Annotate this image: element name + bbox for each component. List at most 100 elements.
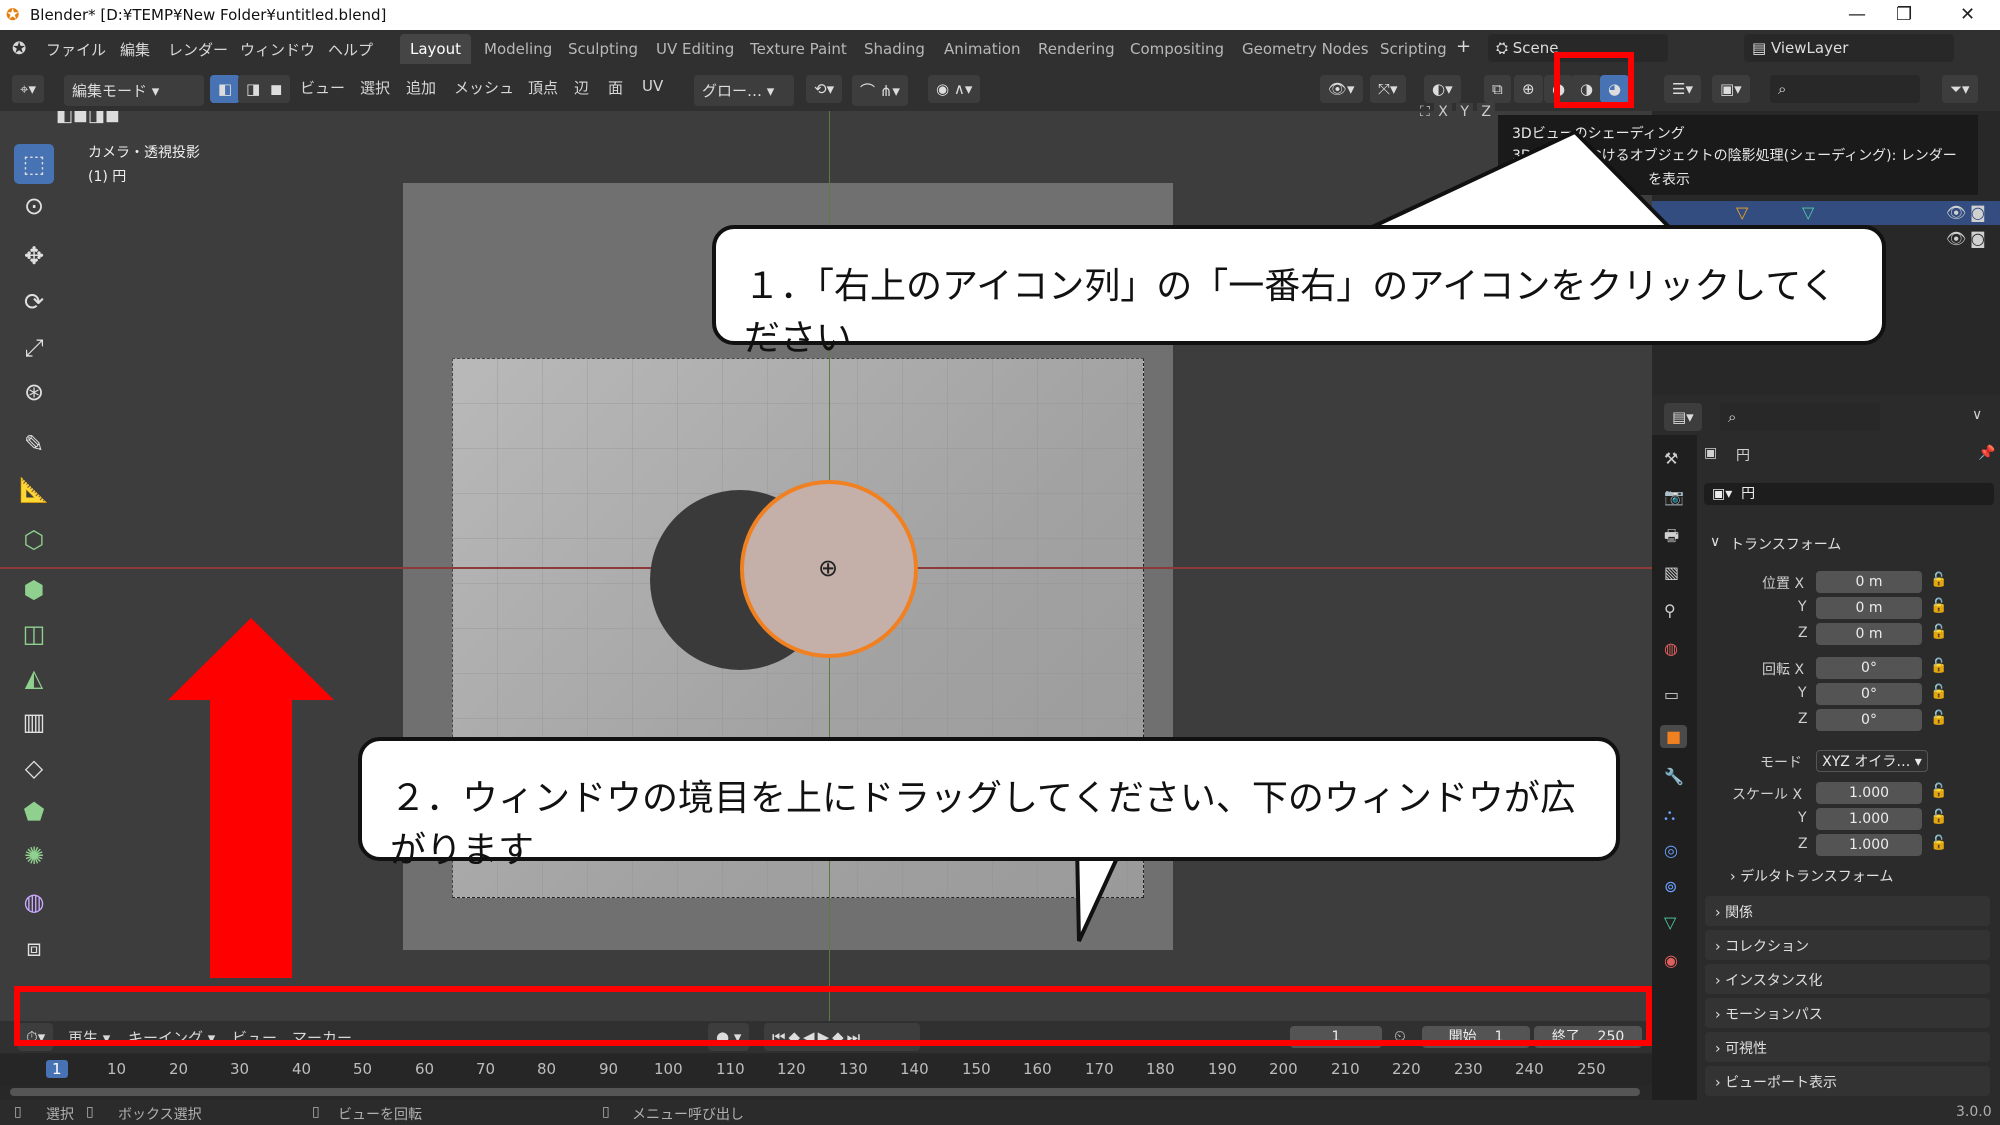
scale-x-field[interactable]: 1.000 — [1816, 782, 1922, 804]
transform-tool-icon[interactable]: ⊛ — [14, 372, 54, 412]
lock-icon[interactable]: 🔓 — [1930, 572, 1947, 588]
tab-texture-paint[interactable]: Texture Paint — [740, 34, 857, 64]
lock-icon[interactable]: 🔓 — [1930, 658, 1947, 674]
visibility-icon[interactable]: 👁▾ — [1320, 75, 1363, 103]
tab-uv-editing[interactable]: UV Editing — [646, 34, 744, 64]
lock-icon[interactable]: 🔓 — [1930, 624, 1947, 640]
xray-icon[interactable]: ⧉ — [1484, 75, 1511, 103]
properties-search-icon[interactable]: ⌕ — [1720, 403, 1880, 431]
scale-z-field[interactable]: 1.000 — [1816, 834, 1922, 856]
tab-rendering[interactable]: Rendering — [1028, 34, 1125, 64]
select-box-icons[interactable]: ◧◼◨◼ — [56, 111, 120, 126]
lock-icon[interactable]: 🔓 — [1930, 598, 1947, 614]
bevel-tool-icon[interactable]: ◭ — [14, 658, 54, 698]
menu-file[interactable]: ファイル — [46, 39, 106, 60]
close-button[interactable]: ✕ — [1960, 4, 1975, 25]
lock-icon[interactable]: 🔓 — [1930, 684, 1947, 700]
menu-help[interactable]: ヘルプ — [328, 39, 373, 60]
render-tab-icon[interactable]: 📷 — [1664, 487, 1684, 506]
constraints-tab-icon[interactable]: ⊚ — [1664, 877, 1677, 896]
pivot-icon[interactable]: ⟲▾ — [806, 75, 843, 103]
tab-sculpting[interactable]: Sculpting — [558, 34, 648, 64]
output-tab-icon[interactable]: 🖶 — [1664, 525, 1679, 552]
spin-tool-icon[interactable]: ✺ — [14, 836, 54, 876]
panel-instancing[interactable]: › インスタンス化 — [1705, 964, 1990, 994]
face-select-icon[interactable]: ◼ — [262, 75, 291, 103]
overlay-icon[interactable]: ◐▾ — [1424, 75, 1461, 103]
snap-icon[interactable]: ⌒ ⋔▾ — [852, 75, 908, 106]
vp-menu-view[interactable]: ビュー — [300, 77, 345, 98]
timeline-scrollbar[interactable] — [10, 1088, 1640, 1096]
tab-geometry-nodes[interactable]: Geometry Nodes — [1232, 34, 1379, 64]
panel-visibility[interactable]: › 可視性 — [1705, 1032, 1990, 1062]
material-tab-icon[interactable]: ◉ — [1664, 951, 1678, 970]
smooth-tool-icon[interactable]: ◍ — [14, 882, 54, 922]
loop-cut-tool-icon[interactable]: ▥ — [14, 702, 54, 742]
wireframe-shading-icon[interactable]: ⊕ — [1514, 75, 1543, 103]
rotation-y-field[interactable]: 0° — [1816, 683, 1922, 705]
world-tab-icon[interactable]: ◍ — [1664, 639, 1678, 658]
vp-menu-vertex[interactable]: 頂点 — [528, 77, 558, 98]
vp-menu-edge[interactable]: 辺 — [574, 77, 589, 98]
maximize-button[interactable]: ❐ — [1896, 4, 1912, 25]
shear-tool-icon[interactable]: ⧈ — [14, 928, 54, 968]
tool-tab-icon[interactable]: ⚒ — [1664, 449, 1678, 468]
view-layer-tab-icon[interactable]: ▧ — [1664, 563, 1679, 582]
lock-icon[interactable]: 🔓 — [1930, 783, 1947, 799]
move-tool-icon[interactable]: ✥ — [14, 236, 54, 276]
pin-icon[interactable]: 📌 — [1978, 445, 1995, 461]
axis-y[interactable]: Y — [1456, 103, 1473, 121]
mode-selector[interactable]: 編集モード ▾ — [64, 75, 204, 106]
measure-tool-icon[interactable]: 📐 — [14, 470, 54, 510]
gizmo-icon[interactable]: ⤧▾ — [1370, 75, 1406, 103]
display-mode-icon[interactable]: ▣▾ — [1712, 75, 1750, 103]
lock-icon[interactable]: 🔓 — [1930, 809, 1947, 825]
lock-icon[interactable]: 🔓 — [1930, 710, 1947, 726]
timeline-ruler[interactable]: 1 10 20 30 40 50 60 70 80 90 100 110 120… — [0, 1055, 1652, 1085]
extrude-tool-icon[interactable]: ⬢ — [14, 570, 54, 610]
knife-tool-icon[interactable]: ◇ — [14, 748, 54, 788]
blender-menu-icon[interactable]: ✪ — [12, 39, 26, 59]
add-cube-tool-icon[interactable]: ⬡ — [14, 520, 54, 560]
panel-viewport-display[interactable]: › ビューポート表示 — [1705, 1066, 1990, 1096]
location-y-field[interactable]: 0 m — [1816, 597, 1922, 619]
axis-x[interactable]: X — [1434, 103, 1452, 121]
frame-tick-current[interactable]: 1 — [46, 1060, 68, 1078]
filter-icon[interactable]: ⏷▾ — [1942, 75, 1978, 103]
object-name-field[interactable]: ▣▾ 円 — [1704, 483, 1994, 505]
modifier-tab-icon[interactable]: 🔧 — [1664, 767, 1684, 786]
scene-tab-icon[interactable]: ⚲ — [1664, 601, 1676, 620]
tab-layout[interactable]: Layout — [400, 34, 471, 64]
rotation-x-field[interactable]: 0° — [1816, 657, 1922, 679]
location-x-field[interactable]: 0 m — [1816, 571, 1922, 593]
physics-tab-icon[interactable]: ◎ — [1664, 841, 1678, 860]
vp-menu-face[interactable]: 面 — [608, 77, 623, 98]
data-tab-icon[interactable]: ▽ — [1664, 913, 1676, 932]
transform-orientation[interactable]: グロー… ▾ — [694, 75, 794, 106]
tab-compositing[interactable]: Compositing — [1120, 34, 1234, 64]
eye-icon[interactable]: 👁 — [1946, 203, 1966, 222]
scale-y-field[interactable]: 1.000 — [1816, 808, 1922, 830]
select-mode-buttons[interactable]: ◧◼◨◼ — [56, 111, 176, 131]
vertex-select-icon[interactable]: ◧ — [210, 75, 241, 103]
vp-menu-mesh[interactable]: メッシュ — [454, 77, 514, 98]
minimize-button[interactable]: — — [1848, 4, 1866, 25]
outliner-editor-icon[interactable]: ☰▾ — [1664, 75, 1701, 103]
camera-render-icon[interactable]: ◙ — [1970, 229, 1986, 248]
outliner-search-icon[interactable]: ⌕ — [1770, 75, 1920, 103]
rotation-mode-dropdown[interactable]: XYZ オイラ… ▾ — [1816, 750, 1928, 772]
rotate-tool-icon[interactable]: ⟳ — [14, 282, 54, 322]
axis-lock-icon[interactable]: ⛶ — [1420, 104, 1434, 120]
object-tab-icon[interactable]: ■ — [1660, 725, 1688, 748]
proportional-edit-icon[interactable]: ◉ ∧▾ — [928, 75, 981, 103]
outliner-row-selected[interactable]: ▽ ▽ 👁 ◙ — [1652, 201, 2000, 225]
select-box-tool-icon[interactable]: ⬚ — [14, 144, 54, 184]
poly-build-tool-icon[interactable]: ⬟ — [14, 792, 54, 832]
transform-panel-header[interactable]: ∨ トランスフォーム — [1700, 528, 1990, 558]
camera-render-icon[interactable]: ◙ — [1970, 203, 1986, 222]
menu-render[interactable]: レンダー — [168, 39, 228, 60]
collection-tab-icon[interactable]: ▭ — [1664, 685, 1679, 704]
location-z-field[interactable]: 0 m — [1816, 623, 1922, 645]
menu-window[interactable]: ウィンドウ — [240, 39, 315, 60]
properties-editor-icon[interactable]: ▤▾ — [1664, 403, 1702, 431]
